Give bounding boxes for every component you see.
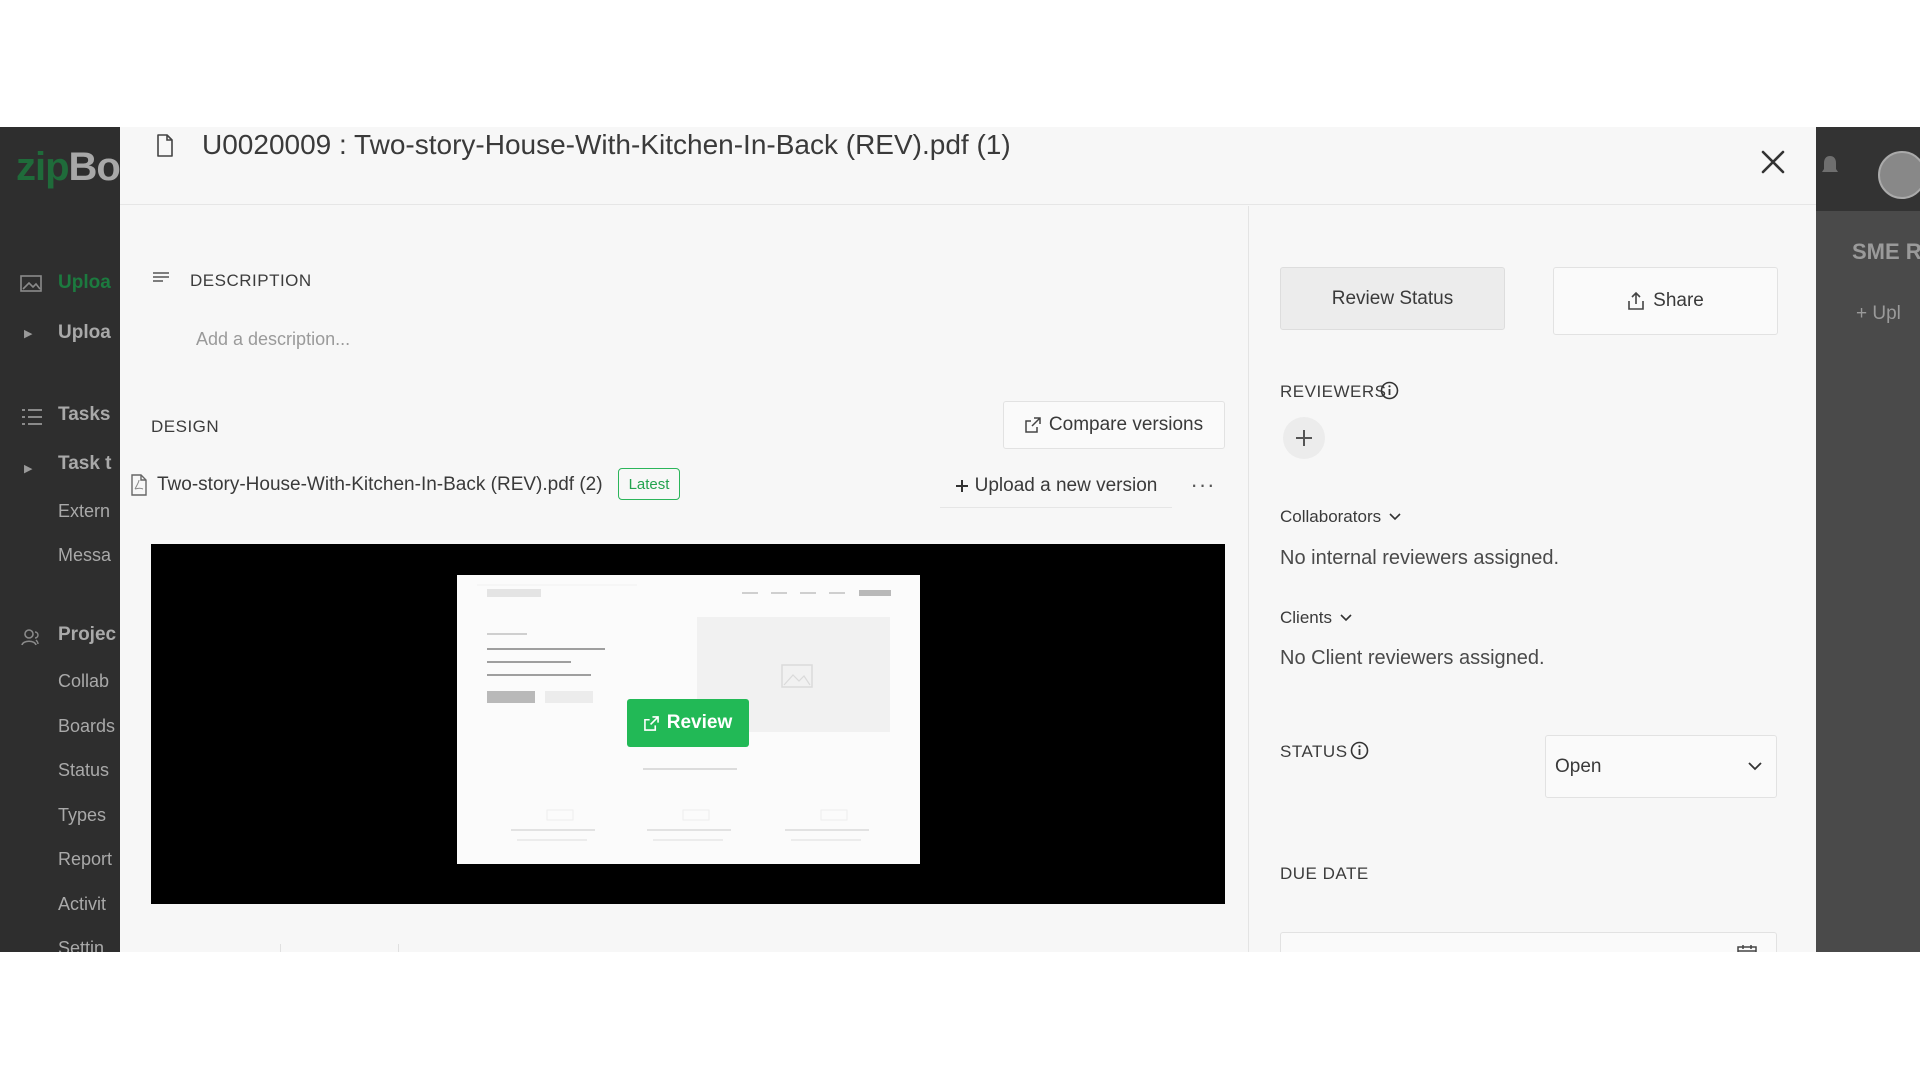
design-file-name[interactable]: Two-story-House-With-Kitchen-In-Back (RE… — [157, 474, 603, 496]
sidebar-item-uploads[interactable]: Uploa — [58, 322, 111, 344]
background-right-panel: SME R + Upl — [1816, 127, 1920, 952]
sidebar-item-statuses[interactable]: Status — [58, 760, 109, 781]
users-icon — [21, 629, 39, 646]
modal-title: U0020009 : Two-story-House-With-Kitchen-… — [202, 129, 1011, 160]
bell-icon — [1822, 156, 1838, 172]
upload-new-version-button[interactable]: Upload a new version — [940, 464, 1172, 508]
review-button[interactable]: Review — [627, 699, 749, 747]
tab-divider — [398, 944, 399, 952]
image-icon — [20, 275, 42, 292]
status-select[interactable]: Open — [1545, 735, 1777, 798]
external-link-icon — [643, 715, 659, 731]
review-status-button[interactable]: Review Status — [1280, 267, 1505, 330]
latest-badge: Latest — [618, 468, 680, 500]
plus-icon — [1296, 430, 1312, 446]
status-label: STATUS — [1280, 742, 1348, 761]
info-icon[interactable] — [1350, 741, 1369, 760]
pdf-file-icon — [131, 474, 147, 496]
list-icon — [22, 409, 42, 425]
file-icon — [157, 134, 173, 157]
chevron-down-icon — [1748, 762, 1762, 771]
caret-right-icon: ▶ — [24, 463, 33, 475]
design-thumbnail[interactable]: Review — [457, 575, 920, 864]
modal-header: U0020009 : Two-story-House-With-Kitchen-… — [120, 127, 1816, 205]
sidebar-item-reports[interactable]: Report — [58, 849, 112, 870]
sidebar-item-collaborators[interactable]: Collab — [58, 671, 109, 692]
status-value: Open — [1555, 755, 1602, 777]
tab-divider — [280, 944, 281, 952]
sidebar-item-activity[interactable]: Activit — [58, 894, 106, 915]
design-label: DESIGN — [151, 417, 220, 436]
clients-toggle[interactable]: Clients — [1280, 608, 1352, 628]
external-link-icon — [1025, 417, 1041, 433]
due-date-input[interactable] — [1280, 932, 1777, 952]
due-date-label: DUE DATE — [1280, 864, 1369, 883]
sidebar-item-tasks[interactable]: Tasks — [58, 404, 110, 426]
chevron-down-icon — [1389, 513, 1401, 521]
design-preview: Review — [151, 544, 1225, 904]
background-page-title: SME R — [1852, 239, 1920, 264]
info-icon[interactable] — [1380, 381, 1399, 400]
pane-divider — [1248, 206, 1249, 952]
background-top-bar — [1816, 127, 1920, 211]
collaborators-toggle[interactable]: Collaborators — [1280, 507, 1401, 527]
close-icon[interactable] — [1758, 147, 1788, 177]
sidebar-item-boards[interactable]: Boards — [58, 716, 115, 737]
description-label: DESCRIPTION — [190, 271, 312, 290]
app-viewport: zipBo Uploa ▶ Uploa Tasks ▶ Task t Exter… — [0, 127, 1920, 952]
add-reviewer-button[interactable] — [1283, 417, 1325, 459]
app-logo: zipBo — [16, 145, 121, 189]
reviewers-label: REVIEWERS — [1280, 382, 1387, 401]
share-button[interactable]: Share — [1553, 267, 1778, 335]
sidebar-item-task-types[interactable]: Task t — [58, 453, 112, 475]
background-sidebar: zipBo Uploa ▶ Uploa Tasks ▶ Task t Exter… — [0, 127, 121, 952]
background-upload-button[interactable]: + Upl — [1856, 303, 1901, 325]
sidebar-item-uploads-active[interactable]: Uploa — [58, 272, 111, 294]
caret-right-icon: ▶ — [24, 328, 33, 340]
calendar-icon[interactable] — [1737, 944, 1757, 952]
compare-versions-button[interactable]: Compare versions — [1003, 401, 1225, 449]
sidebar-item-types[interactable]: Types — [58, 805, 106, 826]
sidebar-item-external[interactable]: Extern — [58, 501, 110, 522]
text-align-icon — [153, 272, 169, 282]
plus-icon — [955, 479, 968, 492]
share-label: Share — [1653, 290, 1704, 311]
clients-empty-text: No Client reviewers assigned. — [1280, 647, 1545, 669]
chevron-down-icon — [1340, 614, 1352, 622]
sidebar-item-settings[interactable]: Settin — [58, 938, 104, 952]
compare-versions-label: Compare versions — [1048, 414, 1204, 435]
upload-detail-modal: U0020009 : Two-story-House-With-Kitchen-… — [120, 127, 1816, 952]
more-options-icon[interactable]: ··· — [1188, 470, 1218, 500]
user-avatar[interactable] — [1878, 151, 1920, 199]
sidebar-item-projects[interactable]: Projec — [58, 624, 116, 646]
sidebar-item-messages[interactable]: Messa — [58, 545, 111, 566]
description-input[interactable] — [196, 323, 896, 355]
collaborators-empty-text: No internal reviewers assigned. — [1280, 547, 1560, 569]
upload-new-version-label: Upload a new version — [974, 474, 1158, 496]
share-icon — [1628, 291, 1644, 310]
review-button-label: Review — [666, 712, 733, 733]
